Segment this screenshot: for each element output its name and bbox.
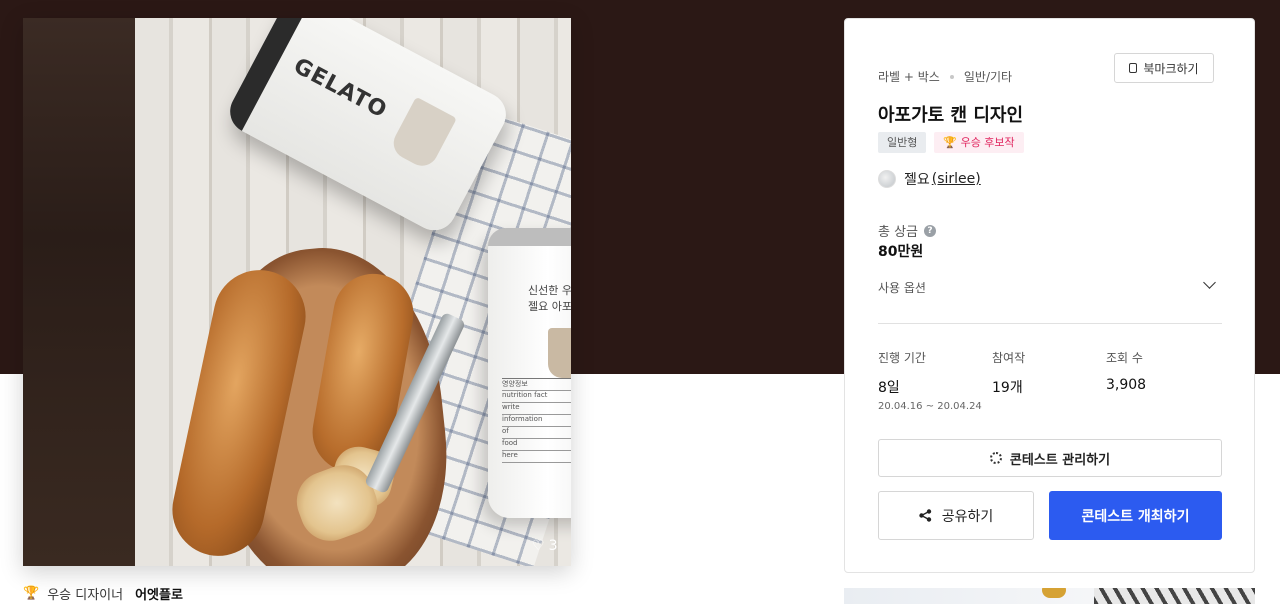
host-contest-button[interactable]: 콘테스트 개최하기 bbox=[1049, 491, 1222, 540]
period-value: 8일 bbox=[878, 380, 900, 396]
usage-options-toggle[interactable]: 사용 옵션 bbox=[878, 279, 1222, 296]
trophy-icon: 🏆 bbox=[23, 586, 40, 601]
like-button[interactable]: ♡ 3 bbox=[528, 536, 557, 554]
manage-contest-label: 콘테스트 관리하기 bbox=[1009, 452, 1111, 468]
prize-label: 총 상금 bbox=[878, 225, 919, 240]
period-range: 20.04.16 ~ 20.04.24 bbox=[878, 401, 982, 412]
stat-entries: 참여작 19개 bbox=[992, 349, 1025, 397]
winner-designer-name[interactable]: 어엣플로 bbox=[135, 584, 183, 603]
stat-period: 진행 기간 8일 20.04.16 ~ 20.04.24 bbox=[878, 349, 982, 412]
bookmark-button[interactable]: 북마크하기 bbox=[1114, 53, 1214, 83]
author-id-link[interactable]: (sirlee) bbox=[932, 171, 981, 187]
winner-label: 우승 디자이너 bbox=[47, 588, 124, 603]
prize-label-row: 총 상금 ? bbox=[878, 221, 937, 240]
avatar bbox=[878, 170, 896, 188]
contest-cover-image[interactable]: GELATO 신선한 우 젤요 아포 영양정보 nutrition fact w… bbox=[23, 18, 571, 566]
share-label: 공유하기 bbox=[941, 508, 994, 525]
image-can-secondary: 신선한 우 젤요 아포 영양정보 nutrition fact write in… bbox=[488, 228, 571, 518]
image-dark-edge bbox=[23, 18, 135, 566]
like-count: 3 bbox=[548, 538, 558, 554]
award-badge: 🏆 우승 후보작 bbox=[934, 132, 1024, 153]
breadcrumb: 라벨 + 박스 일반/기타 bbox=[878, 68, 1012, 85]
category-link[interactable]: 라벨 + 박스 bbox=[878, 68, 940, 85]
usage-options-label: 사용 옵션 bbox=[878, 281, 926, 295]
gear-icon bbox=[989, 452, 1002, 464]
subcategory-link[interactable]: 일반/기타 bbox=[964, 68, 1012, 85]
can-text-line1: 신선한 우 bbox=[528, 284, 571, 297]
entries-value: 19개 bbox=[992, 380, 1023, 396]
bookmark-icon bbox=[1129, 63, 1138, 73]
can-text-line2: 젤요 아포 bbox=[528, 300, 571, 313]
views-label: 조회 수 bbox=[1106, 351, 1143, 365]
period-label: 진행 기간 bbox=[878, 351, 926, 365]
badge-group: 일반형 🏆 우승 후보작 bbox=[878, 132, 1024, 153]
bookmark-label: 북마크하기 bbox=[1143, 61, 1199, 76]
contest-info-card: 라벨 + 박스 일반/기타 북마크하기 아포가토 캔 디자인 일반형 🏆 우승 … bbox=[844, 18, 1255, 573]
author-row[interactable]: 젤요 (sirlee) bbox=[878, 169, 981, 189]
author-name: 젤요 bbox=[904, 172, 930, 188]
type-badge: 일반형 bbox=[878, 132, 927, 153]
share-button[interactable]: 공유하기 bbox=[878, 491, 1034, 540]
views-value: 3,908 bbox=[1106, 377, 1147, 393]
prize-value: 80만원 bbox=[878, 244, 924, 260]
stat-views: 조회 수 3,908 bbox=[1106, 349, 1146, 393]
entries-label: 참여작 bbox=[992, 351, 1026, 365]
contest-title: 아포가토 캔 디자인 bbox=[878, 105, 1024, 126]
winner-caption: 🏆 우승 디자이너 어엣플로 bbox=[23, 584, 183, 603]
breadcrumb-separator bbox=[949, 74, 954, 79]
heart-icon: ♡ bbox=[532, 538, 545, 554]
manage-contest-button[interactable]: 콘테스트 관리하기 bbox=[878, 439, 1222, 477]
nutrition-table: 영양정보 nutrition fact write information of… bbox=[502, 378, 571, 478]
next-contest-thumbnail[interactable] bbox=[844, 588, 1255, 604]
help-icon[interactable]: ? bbox=[924, 224, 937, 237]
share-icon bbox=[919, 509, 931, 522]
divider bbox=[878, 323, 1222, 324]
can-brand-text: GELATO bbox=[289, 53, 392, 124]
